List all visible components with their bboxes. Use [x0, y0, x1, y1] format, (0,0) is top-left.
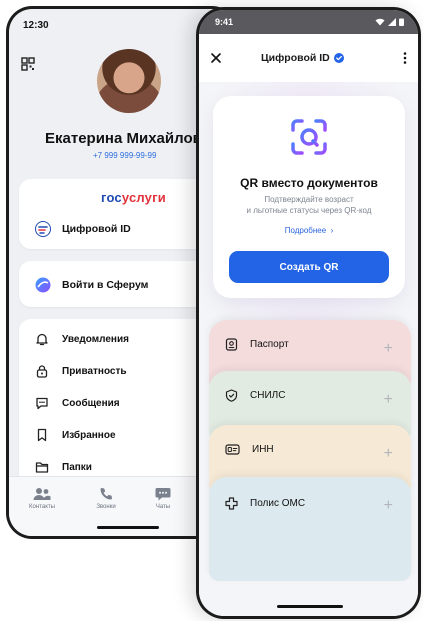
message-icon [36, 397, 48, 410]
qr-promo-card: QR вместо документов Подтверждайте возра… [213, 96, 405, 298]
menu-item-notifications[interactable]: Уведомления [35, 332, 129, 346]
lock-icon [36, 365, 48, 378]
page-title: Цифровой ID [261, 52, 344, 64]
qr-scan-icon [291, 119, 327, 155]
menu-item-messages[interactable]: Сообщения [35, 396, 120, 410]
digital-id-content: QR вместо документов Подтверждайте возра… [199, 82, 418, 616]
avatar[interactable] [97, 49, 161, 113]
qr-code-icon[interactable] [21, 57, 35, 71]
home-indicator [277, 605, 343, 608]
phone-icon [100, 488, 112, 500]
tab-chats[interactable]: Чаты [138, 487, 188, 510]
id-card-icon [225, 444, 240, 455]
create-qr-button[interactable]: Создать QR [229, 251, 389, 283]
close-icon[interactable] [209, 51, 223, 65]
add-inn-icon[interactable]: + [384, 445, 393, 463]
contacts-icon [33, 488, 51, 500]
passport-icon [225, 338, 238, 351]
medical-cross-icon [225, 497, 238, 510]
qr-card-subtitle: Подтверждайте возраст и льготные статусы… [246, 195, 372, 215]
menu-item-folders[interactable]: Папки [35, 460, 92, 474]
tab-contacts[interactable]: Контакты [17, 487, 67, 510]
wifi-icon [375, 18, 385, 26]
document-card-oms[interactable]: Полис ОМС + [209, 477, 411, 581]
add-snils-icon[interactable]: + [384, 391, 393, 409]
status-time: 9:41 [215, 17, 234, 27]
add-oms-icon[interactable]: + [384, 497, 393, 515]
status-icons [375, 18, 404, 26]
digital-id-label: Цифровой ID [62, 223, 131, 235]
chat-icon [155, 488, 171, 501]
folder-icon [35, 462, 49, 473]
digital-id-item[interactable]: Цифровой ID [35, 221, 131, 237]
signal-icon [388, 18, 396, 26]
sferum-item[interactable]: Войти в Сферум [35, 277, 148, 293]
chevron-right-icon: › [328, 226, 334, 235]
digital-id-phone: 9:41 Цифровой ID QR вместо документов По… [196, 7, 421, 619]
sferum-label: Войти в Сферум [62, 279, 149, 291]
qr-card-title: QR вместо документов [240, 176, 378, 190]
more-info-link[interactable]: Подробнее › [213, 226, 405, 235]
digital-id-icon [35, 221, 51, 237]
bell-icon [36, 333, 48, 346]
tab-calls[interactable]: Звонки [81, 487, 131, 510]
profile-phone-number: +7 999 999-99-99 [93, 151, 157, 160]
home-indicator [97, 526, 159, 529]
status-bar: 9:41 [199, 10, 418, 34]
digital-id-screen: 9:41 Цифровой ID QR вместо документов По… [199, 10, 418, 616]
sferum-icon [35, 277, 51, 293]
verified-badge-icon [333, 53, 344, 63]
menu-item-privacy[interactable]: Приватность [35, 364, 127, 378]
more-vertical-icon[interactable] [402, 51, 408, 65]
profile-name: Екатерина Михайлов [45, 130, 202, 147]
menu-item-favorites[interactable]: Избранное [35, 428, 116, 442]
status-time: 12:30 [23, 20, 49, 31]
gosuslugi-logo: госуслуги [101, 190, 166, 205]
bookmark-icon [37, 428, 47, 442]
battery-icon [399, 18, 404, 26]
add-passport-icon[interactable]: + [384, 340, 393, 358]
shield-check-icon [225, 389, 238, 402]
app-header: Цифровой ID [199, 34, 418, 82]
